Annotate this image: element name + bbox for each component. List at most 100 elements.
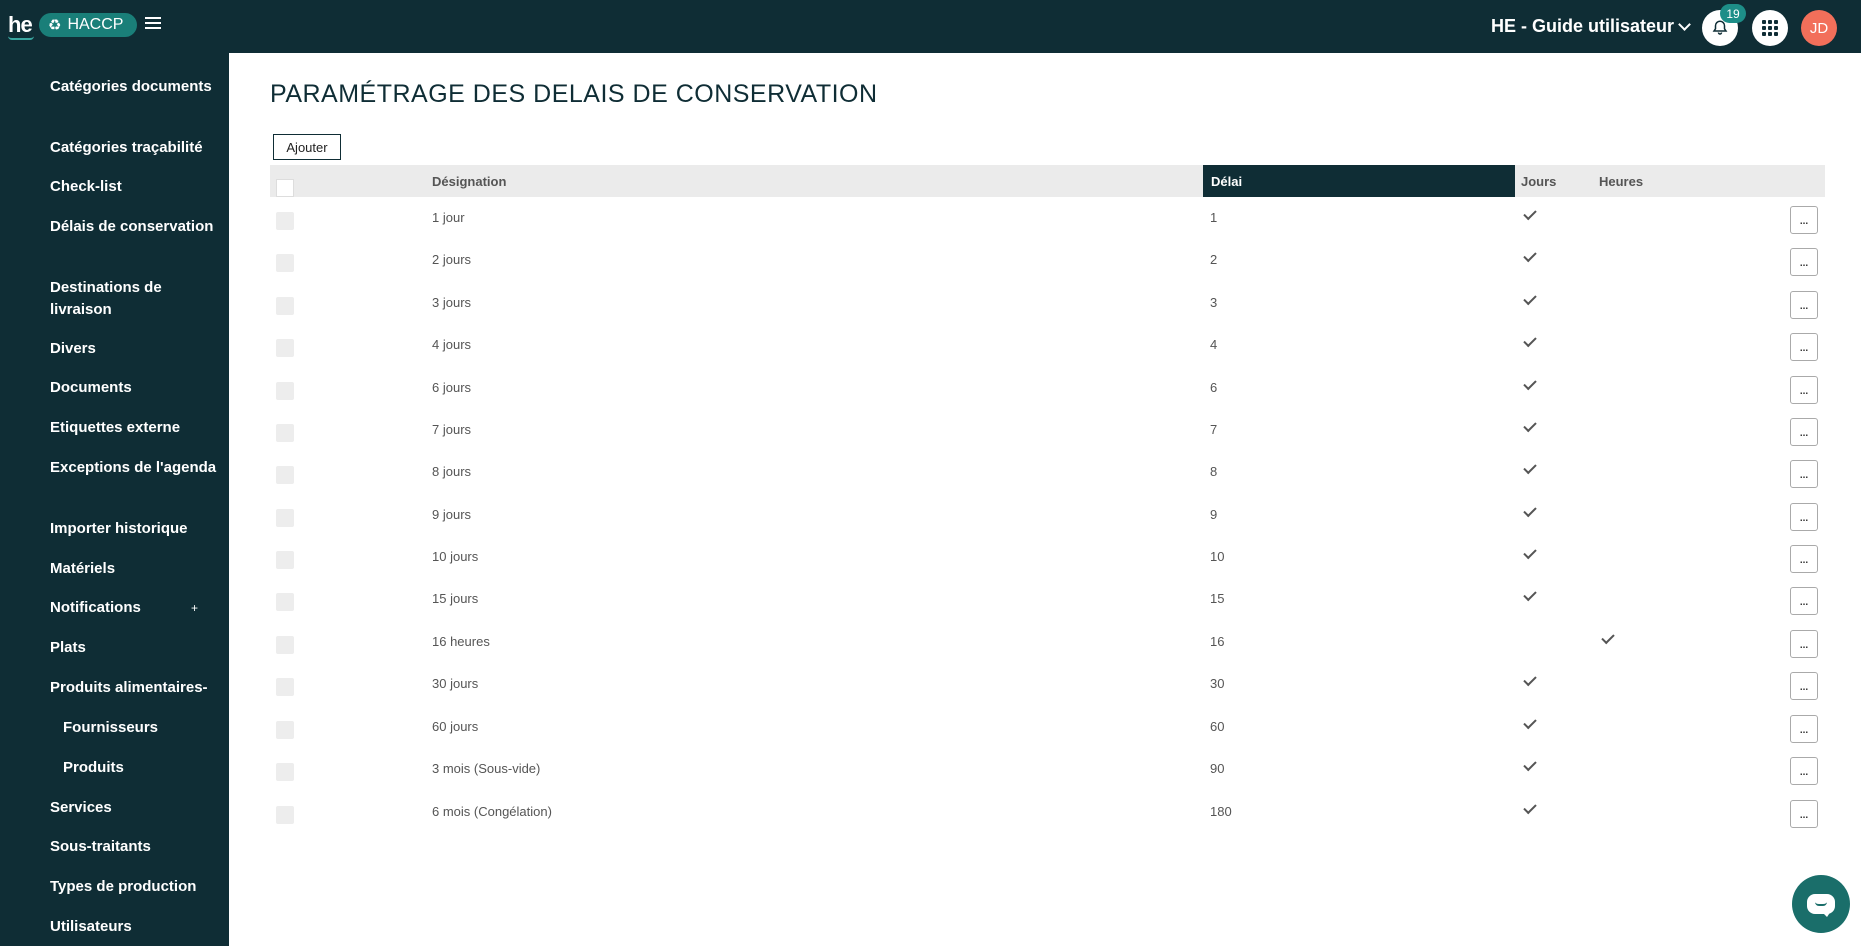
cell-delai: 2 bbox=[1210, 251, 1218, 267]
cell-designation: 9 jours bbox=[432, 506, 472, 522]
table-row[interactable]: 9 jours 9... bbox=[270, 493, 1825, 535]
cell-delai: 30 bbox=[1210, 675, 1225, 691]
row-checkbox[interactable] bbox=[276, 382, 294, 400]
column-header-designation[interactable]: Désignation bbox=[432, 165, 582, 197]
row-checkbox[interactable] bbox=[276, 551, 294, 569]
row-actions-button[interactable]: ... bbox=[1790, 715, 1818, 743]
cell-designation: 15 jours bbox=[432, 590, 479, 606]
table-row[interactable]: 3 mois (Sous-vide) 90... bbox=[270, 747, 1825, 789]
hamburger-menu-icon[interactable] bbox=[145, 17, 161, 31]
sidebar-item-destinations-livraison[interactable]: Destinations de livraison bbox=[50, 277, 220, 321]
sidebar-item-utilisateurs[interactable]: Utilisateurs bbox=[50, 916, 220, 938]
cell-designation: 2 jours bbox=[432, 251, 472, 267]
cell-designation: 3 mois (Sous-vide) bbox=[432, 760, 541, 776]
sidebar-subitem-produits[interactable]: Produits bbox=[63, 757, 233, 779]
sidebar-item-divers[interactable]: Divers bbox=[50, 338, 220, 360]
table-row[interactable]: 6 jours 6... bbox=[270, 366, 1825, 408]
expand-plus-icon[interactable]: + bbox=[191, 597, 198, 619]
row-actions-button[interactable]: ... bbox=[1790, 333, 1818, 361]
row-actions-button[interactable]: ... bbox=[1790, 757, 1818, 785]
apps-grid-icon bbox=[1762, 20, 1778, 36]
sidebar-item-plats[interactable]: Plats bbox=[50, 637, 220, 659]
sidebar-item-categories-documents[interactable]: Catégories documents bbox=[50, 76, 220, 98]
row-checkbox[interactable] bbox=[276, 806, 294, 824]
row-actions-button[interactable]: ... bbox=[1790, 503, 1818, 531]
row-actions-button[interactable]: ... bbox=[1790, 672, 1818, 700]
jours-check-icon bbox=[1523, 460, 1537, 475]
row-actions-button[interactable]: ... bbox=[1790, 800, 1818, 828]
sidebar-item-services[interactable]: Services bbox=[50, 797, 220, 819]
row-actions-button[interactable]: ... bbox=[1790, 587, 1818, 615]
column-header-delai[interactable]: Délai bbox=[1203, 165, 1515, 197]
row-checkbox[interactable] bbox=[276, 254, 294, 272]
select-all-checkbox[interactable] bbox=[276, 179, 294, 197]
column-header-heures[interactable]: Heures bbox=[1599, 165, 1659, 197]
table-row[interactable]: 16 heures 16... bbox=[270, 620, 1825, 662]
table-row[interactable]: 6 mois (Congélation) 180... bbox=[270, 790, 1825, 832]
sidebar-item-exceptions-agenda[interactable]: Exceptions de l'agenda bbox=[50, 457, 220, 479]
cell-designation: 7 jours bbox=[432, 421, 472, 437]
guide-dropdown[interactable]: HE - Guide utilisateur bbox=[1491, 16, 1691, 37]
sidebar-item-materiels[interactable]: Matériels bbox=[50, 558, 220, 580]
add-button[interactable]: Ajouter bbox=[273, 134, 341, 160]
cell-delai: 6 bbox=[1210, 379, 1218, 395]
table-row[interactable]: 30 jours 30... bbox=[270, 662, 1825, 704]
table-row[interactable]: 10 jours 10... bbox=[270, 535, 1825, 577]
table-row[interactable]: 1 jour 1... bbox=[270, 196, 1825, 238]
row-actions-button[interactable]: ... bbox=[1790, 248, 1818, 276]
sidebar-item-delais-conservation[interactable]: Délais de conservation bbox=[50, 216, 220, 238]
table-row[interactable]: 4 jours 4... bbox=[270, 323, 1825, 365]
column-header-jours[interactable]: Jours bbox=[1521, 165, 1581, 197]
table-row[interactable]: 7 jours 7... bbox=[270, 408, 1825, 450]
row-actions-button[interactable]: ... bbox=[1790, 376, 1818, 404]
table-row[interactable]: 2 jours 2... bbox=[270, 238, 1825, 280]
sidebar-item-types-production[interactable]: Types de production bbox=[50, 876, 220, 898]
row-actions-button[interactable]: ... bbox=[1790, 460, 1818, 488]
sidebar-item-produits-alimentaires[interactable]: Produits alimentaires- bbox=[50, 677, 220, 699]
row-checkbox[interactable] bbox=[276, 212, 294, 230]
sidebar-item-importer-historique[interactable]: Importer historique bbox=[50, 518, 220, 540]
sidebar-item-etiquettes-externe[interactable]: Etiquettes externe bbox=[50, 417, 220, 439]
logo-wave-icon bbox=[8, 36, 34, 40]
row-actions-button[interactable]: ... bbox=[1790, 206, 1818, 234]
table-row[interactable]: 60 jours 60... bbox=[270, 705, 1825, 747]
row-checkbox[interactable] bbox=[276, 509, 294, 527]
row-checkbox[interactable] bbox=[276, 339, 294, 357]
cell-delai: 90 bbox=[1210, 760, 1225, 776]
sidebar-item-check-list[interactable]: Check-list bbox=[50, 176, 220, 198]
row-checkbox[interactable] bbox=[276, 424, 294, 442]
user-avatar[interactable]: JD bbox=[1801, 10, 1837, 46]
row-checkbox[interactable] bbox=[276, 721, 294, 739]
row-actions-button[interactable]: ... bbox=[1790, 545, 1818, 573]
jours-check-icon bbox=[1523, 503, 1537, 518]
row-actions-button[interactable]: ... bbox=[1790, 630, 1818, 658]
row-actions-button[interactable]: ... bbox=[1790, 291, 1818, 319]
sidebar-item-sous-traitants[interactable]: Sous-traitants bbox=[50, 836, 220, 858]
apps-button[interactable] bbox=[1752, 10, 1788, 46]
row-checkbox[interactable] bbox=[276, 593, 294, 611]
cell-delai: 9 bbox=[1210, 506, 1218, 522]
table-row[interactable]: 8 jours 8... bbox=[270, 450, 1825, 492]
recycle-icon: ♻ bbox=[48, 17, 62, 34]
row-actions-button[interactable]: ... bbox=[1790, 418, 1818, 446]
table-row[interactable]: 3 jours 3... bbox=[270, 281, 1825, 323]
cell-designation: 4 jours bbox=[432, 336, 472, 352]
sidebar-item-documents[interactable]: Documents bbox=[50, 377, 220, 399]
chat-button[interactable] bbox=[1792, 875, 1850, 933]
row-checkbox[interactable] bbox=[276, 466, 294, 484]
jours-check-icon bbox=[1523, 376, 1537, 391]
table-row[interactable]: 15 jours 15... bbox=[270, 577, 1825, 619]
cell-delai: 8 bbox=[1210, 463, 1218, 479]
row-checkbox[interactable] bbox=[276, 763, 294, 781]
row-checkbox[interactable] bbox=[276, 297, 294, 315]
row-checkbox[interactable] bbox=[276, 678, 294, 696]
he-logo[interactable]: he bbox=[8, 12, 33, 38]
sidebar-item-categories-tracabilite[interactable]: Catégories traçabilité bbox=[50, 137, 220, 159]
jours-check-icon bbox=[1523, 418, 1537, 433]
sidebar-item-notifications[interactable]: Notifications + bbox=[50, 597, 220, 619]
haccp-app-pill[interactable]: ♻ HACCP bbox=[39, 13, 137, 37]
top-bar: he ♻ HACCP HE - Guide utilisateur 19 JD bbox=[0, 0, 1861, 53]
jours-check-icon bbox=[1523, 587, 1537, 602]
sidebar-subitem-fournisseurs[interactable]: Fournisseurs bbox=[63, 717, 233, 739]
row-checkbox[interactable] bbox=[276, 636, 294, 654]
